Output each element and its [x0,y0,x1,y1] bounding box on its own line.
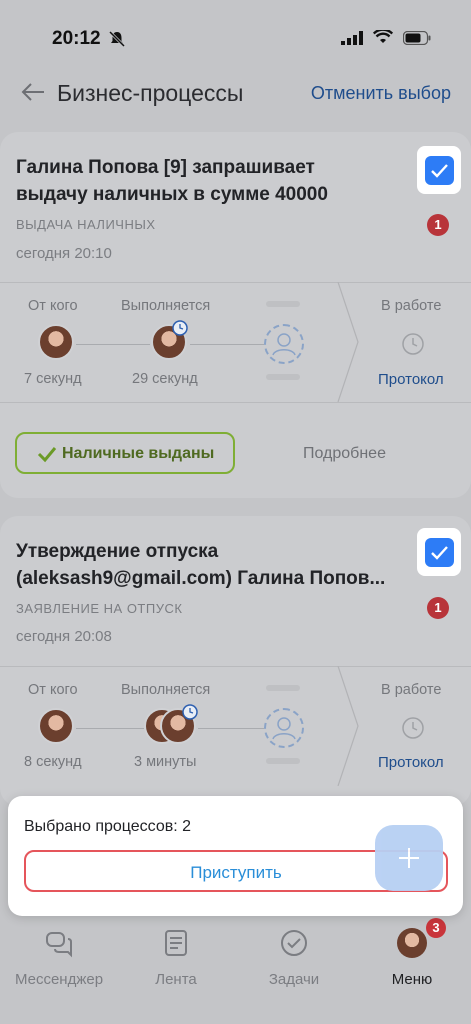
placeholder-bar [266,374,300,380]
step-exec-value: 29 секунд [132,371,198,387]
process-type: ВЫДАЧА НАЛИЧНЫХ [16,217,156,232]
step-connector [76,728,144,729]
cash-issued-button[interactable]: Наличные выданы [15,432,235,474]
select-checkbox[interactable] [417,146,461,194]
step-connector [190,344,264,345]
tab-label: Задачи [268,971,320,988]
select-checkbox[interactable] [417,528,461,576]
bell-muted-icon [108,30,126,48]
page-header: Бизнес-процессы Отменить выбор [0,72,471,116]
protocol-link[interactable]: Протокол [378,754,444,771]
menu-badge: 3 [426,918,446,938]
page-title: Бизнес-процессы [57,80,244,106]
selected-count: Выбрано процессов: 2 [24,818,192,835]
divider [0,402,471,403]
tab-label: Мессенджер [14,971,104,988]
process-steps: От кого 8 секунд Выполняется 3 минуты В … [0,666,471,786]
user-placeholder-icon [264,708,304,748]
step-status-label: В работе [381,682,442,698]
checkmark-icon [425,538,454,567]
process-type: ЗАЯВЛЕНИЕ НА ОТПУСК [16,601,183,616]
step-connector [198,728,264,729]
clock-badge-icon [172,320,188,336]
cash-issued-label: Наличные выданы [62,445,215,462]
step-from-value: 7 секунд [24,371,82,387]
cancel-selection-button[interactable]: Отменить выбор [311,83,451,104]
step-exec-label: Выполняется [121,298,211,314]
process-date: сегодня 20:08 [16,628,112,645]
counter-badge: 1 [427,597,449,619]
process-steps: От кого 7 секунд Выполняется 29 секунд В… [0,282,471,402]
step-exec-label: Выполняется [121,682,211,698]
process-title: Утверждение отпуска (aleksash9@gmail.com… [16,541,386,589]
protocol-link[interactable]: Протокол [378,371,444,388]
checkmark-icon [425,156,454,185]
tab-label: Меню [391,971,433,988]
add-button[interactable] [375,825,443,891]
checkmark-circle-icon [281,930,307,956]
back-arrow-icon[interactable] [20,80,46,104]
process-card[interactable]: Галина Попова [9] запрашивает выдачу нал… [0,132,471,498]
step-from-label: От кого [28,682,78,698]
tab-bar: Мессенджер Лента Задачи Меню [0,918,471,1024]
counter-badge: 1 [427,214,449,236]
avatar [38,708,74,744]
avatar [397,928,427,958]
check-icon [37,447,57,463]
details-button[interactable]: Подробнее [303,445,386,463]
plus-icon [399,848,419,868]
chat-bubbles-icon [46,932,72,958]
step-exec-value: 3 минуты [134,754,197,770]
step-status-label: В работе [381,298,442,314]
feed-icon [165,930,187,956]
signal-icon [341,30,363,45]
placeholder-bar [266,301,300,307]
step-connector [76,344,150,345]
status-time: 20:12 [52,28,101,49]
tab-label: Лента [155,971,197,988]
placeholder-bar [266,758,300,764]
step-from-label: От кого [28,298,78,314]
battery-icon [403,30,431,45]
status-bar: 20:12 [0,0,471,72]
process-title: Галина Попова [9] запрашивает выдачу нал… [16,157,328,205]
chevron-separator-icon [337,282,359,402]
wifi-icon [373,30,393,43]
chevron-separator-icon [337,666,359,786]
avatar [38,324,74,360]
step-from-value: 8 секунд [24,754,82,770]
placeholder-bar [266,685,300,691]
user-placeholder-icon [264,324,304,364]
clock-badge-icon [182,704,198,720]
clock-icon [402,333,424,355]
clock-icon [402,717,424,739]
process-card[interactable]: Утверждение отпуска (aleksash9@gmail.com… [0,516,471,806]
process-date: сегодня 20:10 [16,245,112,262]
